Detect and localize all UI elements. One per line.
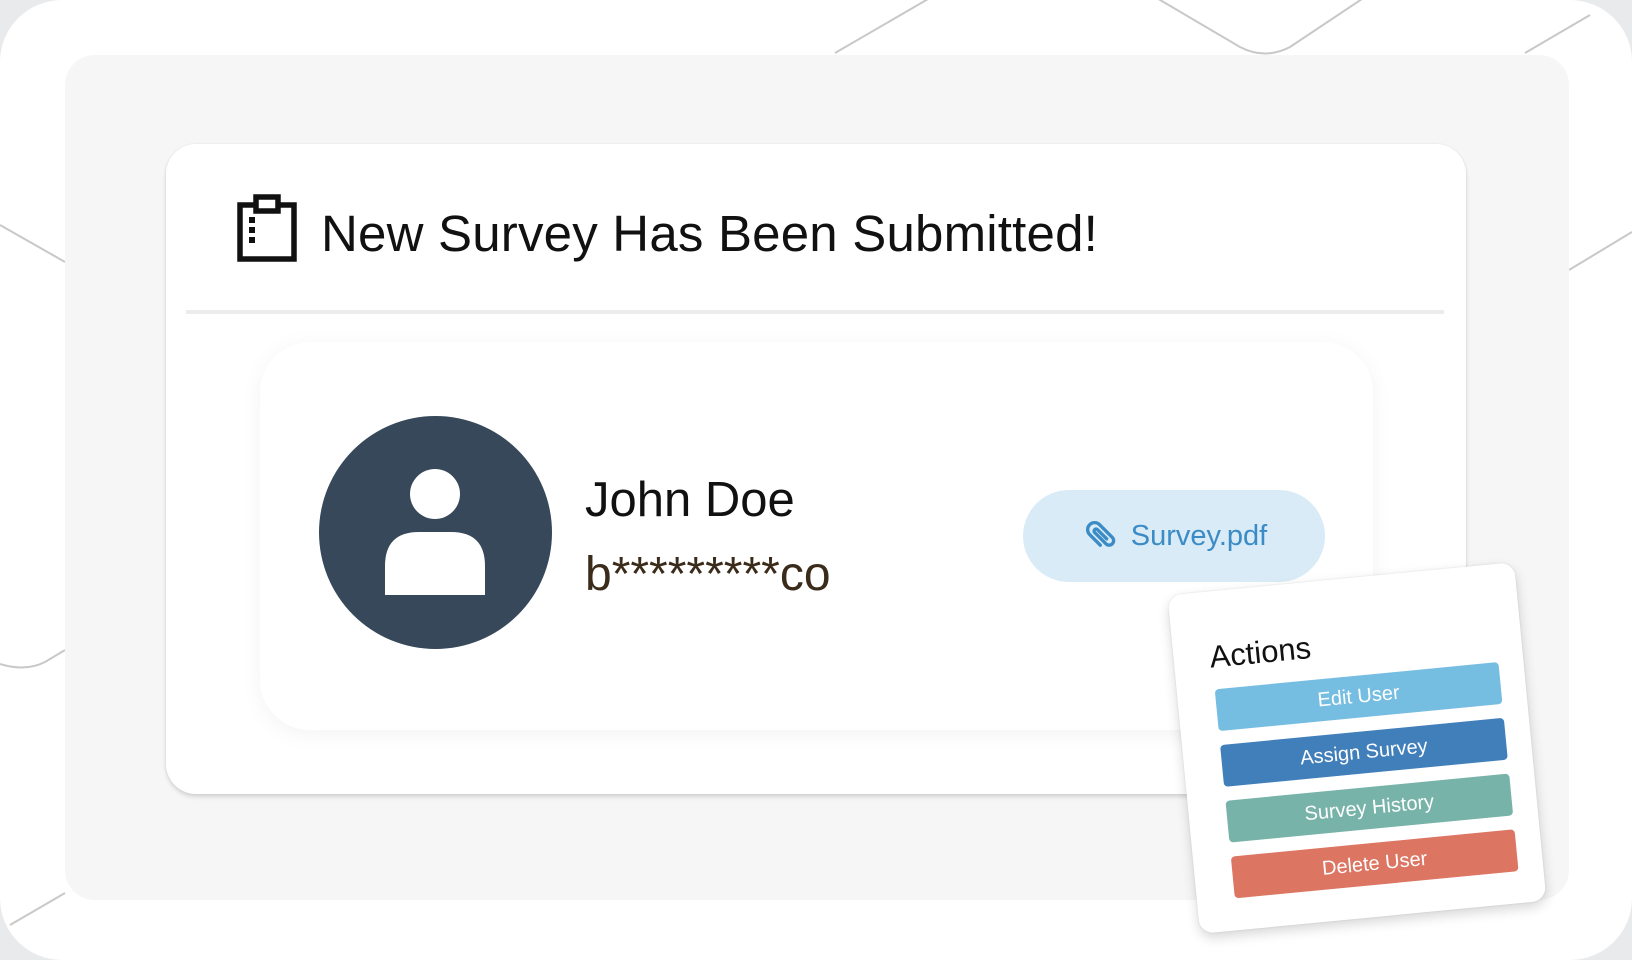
actions-menu: Actions Edit User Assign Survey Survey H… xyxy=(1167,562,1547,934)
user-email: b*********co xyxy=(585,548,831,601)
user-name: John Doe xyxy=(585,473,795,527)
actions-title: Actions xyxy=(1207,630,1313,675)
attachment-button[interactable]: Survey.pdf xyxy=(1023,490,1325,582)
header-divider xyxy=(186,310,1444,314)
assign-survey-button[interactable]: Assign Survey xyxy=(1220,717,1508,787)
user-icon xyxy=(385,469,485,595)
notification-title: New Survey Has Been Submitted! xyxy=(321,205,1099,262)
clipboard-icon xyxy=(237,194,297,262)
edit-user-button[interactable]: Edit User xyxy=(1214,662,1503,732)
attachment-label: Survey.pdf xyxy=(1130,519,1268,552)
survey-history-button[interactable]: Survey History xyxy=(1225,773,1514,843)
delete-user-button[interactable]: Delete User xyxy=(1230,829,1519,899)
paperclip-icon xyxy=(1085,521,1116,547)
notification-header: New Survey Has Been Submitted! xyxy=(166,144,1466,314)
app-frame: New Survey Has Been Submitted! John Doe … xyxy=(0,0,1632,960)
avatar xyxy=(319,416,552,649)
